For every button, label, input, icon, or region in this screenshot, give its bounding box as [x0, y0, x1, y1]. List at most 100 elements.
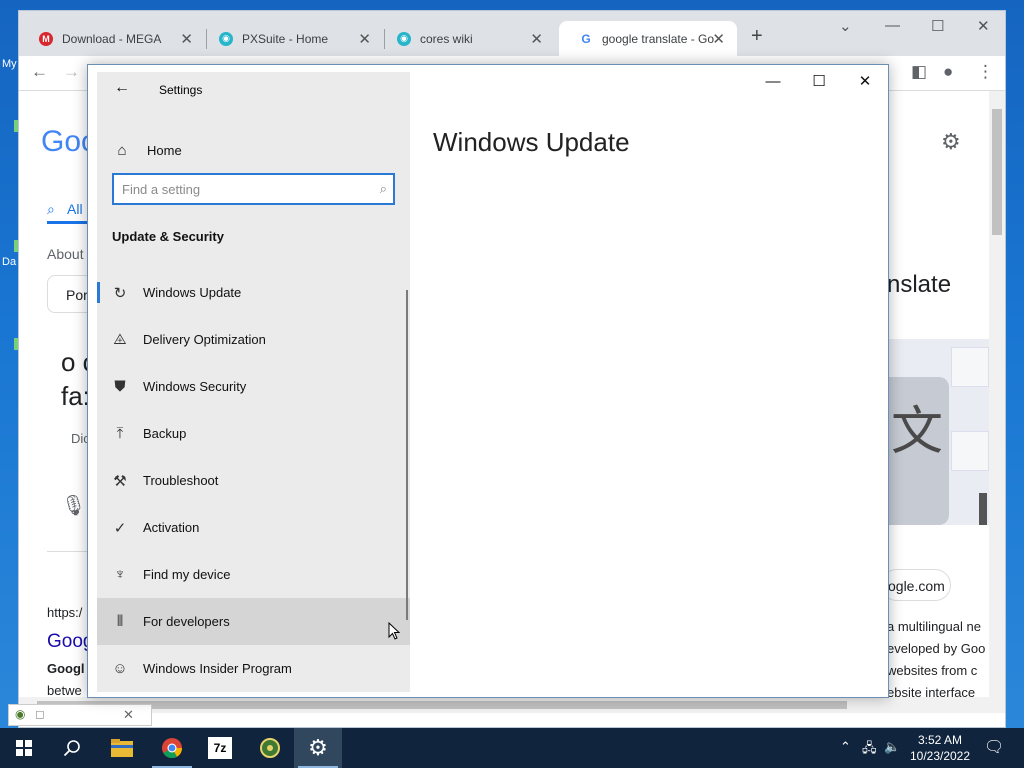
- pxsuite-icon: ◉: [219, 31, 233, 46]
- google-icon: G: [579, 31, 593, 46]
- find-setting-box[interactable]: ⌕: [112, 173, 395, 205]
- domain-chip-label: ogle.com: [888, 578, 945, 594]
- sidebar-item-label: Troubleshoot: [143, 473, 219, 488]
- profile-avatar-icon[interactable]: ●: [943, 62, 953, 82]
- close-tab-icon[interactable]: ✕: [180, 30, 193, 48]
- developer-tools-icon: ⫴: [116, 613, 124, 630]
- tab-strip: M Download - MEGA ✕ ◉ PXSuite - Home ✕ ◉…: [19, 11, 1005, 56]
- vertical-scrollbar[interactable]: [989, 91, 1005, 697]
- sidebar-item-label: Backup: [143, 426, 187, 441]
- minimize-icon[interactable]: —: [753, 71, 793, 97]
- cores-wiki-icon: ◉: [397, 31, 411, 46]
- mouse-cursor-icon: [388, 621, 401, 640]
- back-arrow-icon[interactable]: ←: [31, 62, 48, 82]
- notifications-icon[interactable]: 🗨: [984, 737, 1004, 757]
- close-download-bar-icon[interactable]: ✕: [123, 707, 134, 723]
- close-tab-icon[interactable]: ✕: [358, 30, 371, 48]
- result-url[interactable]: https:/: [47, 605, 82, 620]
- search-icon[interactable]: ⌕: [380, 181, 387, 197]
- 7zip-app[interactable]: 7z: [196, 728, 244, 768]
- sidebar-item-delivery-optimization[interactable]: ⨹ Delivery Optimization: [97, 316, 410, 363]
- tab-mega[interactable]: M Download - MEGA ✕: [19, 21, 205, 56]
- settings-window-title: Settings: [159, 83, 203, 97]
- side-panel-icon[interactable]: ◧: [911, 62, 927, 82]
- horizontal-scrollbar[interactable]: [19, 697, 1005, 713]
- download-item-icon[interactable]: ◻: [35, 707, 45, 721]
- sidebar-item-windows-update[interactable]: ↻ Windows Update: [97, 269, 410, 316]
- sidebar-item-home[interactable]: ⌂ Home: [97, 130, 410, 170]
- clock-time: 3:52 AM: [917, 733, 963, 747]
- translate-app-image[interactable]: 文: [887, 339, 989, 525]
- download-file-icon[interactable]: ◉: [15, 707, 25, 721]
- tab-title: cores wiki: [420, 31, 473, 46]
- minimize-icon[interactable]: —: [885, 17, 900, 34]
- search-taskbar-button[interactable]: [48, 728, 96, 768]
- chrome-app[interactable]: [148, 728, 196, 768]
- maximize-icon[interactable]: ☐: [799, 71, 839, 97]
- image-bar: [979, 493, 987, 525]
- tab-title: google translate - Go: [602, 31, 714, 46]
- 7zip-logo-icon: 7z: [208, 737, 232, 759]
- sidebar-item-label: Windows Insider Program: [143, 661, 292, 676]
- sidebar-item-backup[interactable]: ⤒ Backup: [97, 410, 410, 457]
- file-explorer-app[interactable]: [98, 728, 146, 768]
- desktop-icon-label-my[interactable]: My: [2, 58, 17, 70]
- close-icon[interactable]: ✕: [977, 17, 990, 35]
- clock[interactable]: 3:52 AM 10/23/2022: [905, 732, 975, 764]
- domain-chip[interactable]: ogle.com: [881, 569, 951, 601]
- menu-kebab-icon[interactable]: ⋮: [977, 62, 994, 82]
- sidebar-item-label: Find my device: [143, 567, 231, 582]
- sync-icon: ↻: [113, 284, 127, 302]
- settings-sidebar: ← Settings ⌂ Home ⌕ Update & Security ↻ …: [97, 72, 410, 692]
- gear-icon: ⚙: [308, 735, 328, 760]
- tab-all[interactable]: All: [67, 201, 83, 217]
- panel-snippet-line: eveloped by Goo: [887, 641, 986, 656]
- ganttproject-app[interactable]: [246, 728, 294, 768]
- volume-icon[interactable]: 🔈: [884, 739, 900, 755]
- close-tab-icon[interactable]: ✕: [712, 30, 725, 48]
- desktop-icon-label-da[interactable]: Da: [2, 256, 16, 268]
- sidebar-item-label: Activation: [143, 520, 200, 535]
- panel-snippet-line: ebsite interface: [887, 685, 976, 697]
- sidebar-scrollbar[interactable]: [406, 290, 408, 620]
- chevron-up-icon[interactable]: ⌃: [840, 739, 851, 755]
- close-icon[interactable]: ✕: [845, 71, 885, 97]
- screenshot-thumbnail: [951, 431, 989, 471]
- sidebar-item-troubleshoot[interactable]: ⚒ Troubleshoot: [97, 457, 410, 504]
- mega-icon: M: [39, 31, 53, 46]
- sidebar-item-find-my-device[interactable]: ♆ Find my device: [97, 551, 410, 598]
- sidebar-item-activation[interactable]: ✓ Activation: [97, 504, 410, 551]
- find-setting-input[interactable]: [122, 180, 362, 198]
- start-button[interactable]: [0, 728, 48, 768]
- settings-window: ← Settings ⌂ Home ⌕ Update & Security ↻ …: [87, 64, 889, 698]
- tab-cores-wiki[interactable]: ◉ cores wiki ✕: [377, 21, 555, 56]
- gear-icon[interactable]: ⚙: [941, 129, 961, 155]
- tab-pxsuite[interactable]: ◉ PXSuite - Home ✕: [199, 21, 383, 56]
- settings-app[interactable]: ⚙: [294, 728, 342, 768]
- sidebar-item-label: Delivery Optimization: [143, 332, 266, 347]
- vertical-scrollbar-thumb[interactable]: [992, 109, 1002, 235]
- sidebar-item-windows-security[interactable]: ⛊ Windows Security: [97, 363, 410, 410]
- new-tab-button[interactable]: +: [751, 25, 763, 48]
- microphone-icon[interactable]: 🎙: [61, 493, 86, 518]
- panel-snippet-line: websites from c: [887, 663, 978, 678]
- clock-date: 10/23/2022: [909, 749, 971, 763]
- network-icon[interactable]: 🖧: [862, 739, 877, 761]
- page-title: Windows Update: [433, 127, 630, 157]
- back-arrow-icon[interactable]: ←: [111, 79, 133, 101]
- about-results[interactable]: About: [47, 246, 84, 262]
- knowledge-panel-title: nslate: [887, 271, 952, 298]
- horizontal-scrollbar-thumb[interactable]: [37, 701, 847, 709]
- result-snippet-bold: Googl: [47, 661, 85, 676]
- backup-icon: ⤒: [116, 425, 124, 442]
- maximize-icon[interactable]: ☐: [931, 17, 944, 35]
- tab-google-translate[interactable]: G google translate - Go ✕: [559, 21, 737, 56]
- sidebar-item-for-developers[interactable]: ⫴ For developers: [97, 598, 410, 645]
- sidebar-item-windows-insider-program[interactable]: ☺ Windows Insider Program: [97, 645, 410, 692]
- tab-search-icon[interactable]: ⌄: [839, 17, 852, 35]
- sidebar-item-label: Home: [147, 142, 182, 158]
- section-title: Update & Security: [112, 229, 224, 244]
- forward-arrow-icon[interactable]: →: [63, 62, 80, 82]
- language-chip-label: Por: [66, 287, 88, 303]
- close-tab-icon[interactable]: ✕: [530, 30, 543, 48]
